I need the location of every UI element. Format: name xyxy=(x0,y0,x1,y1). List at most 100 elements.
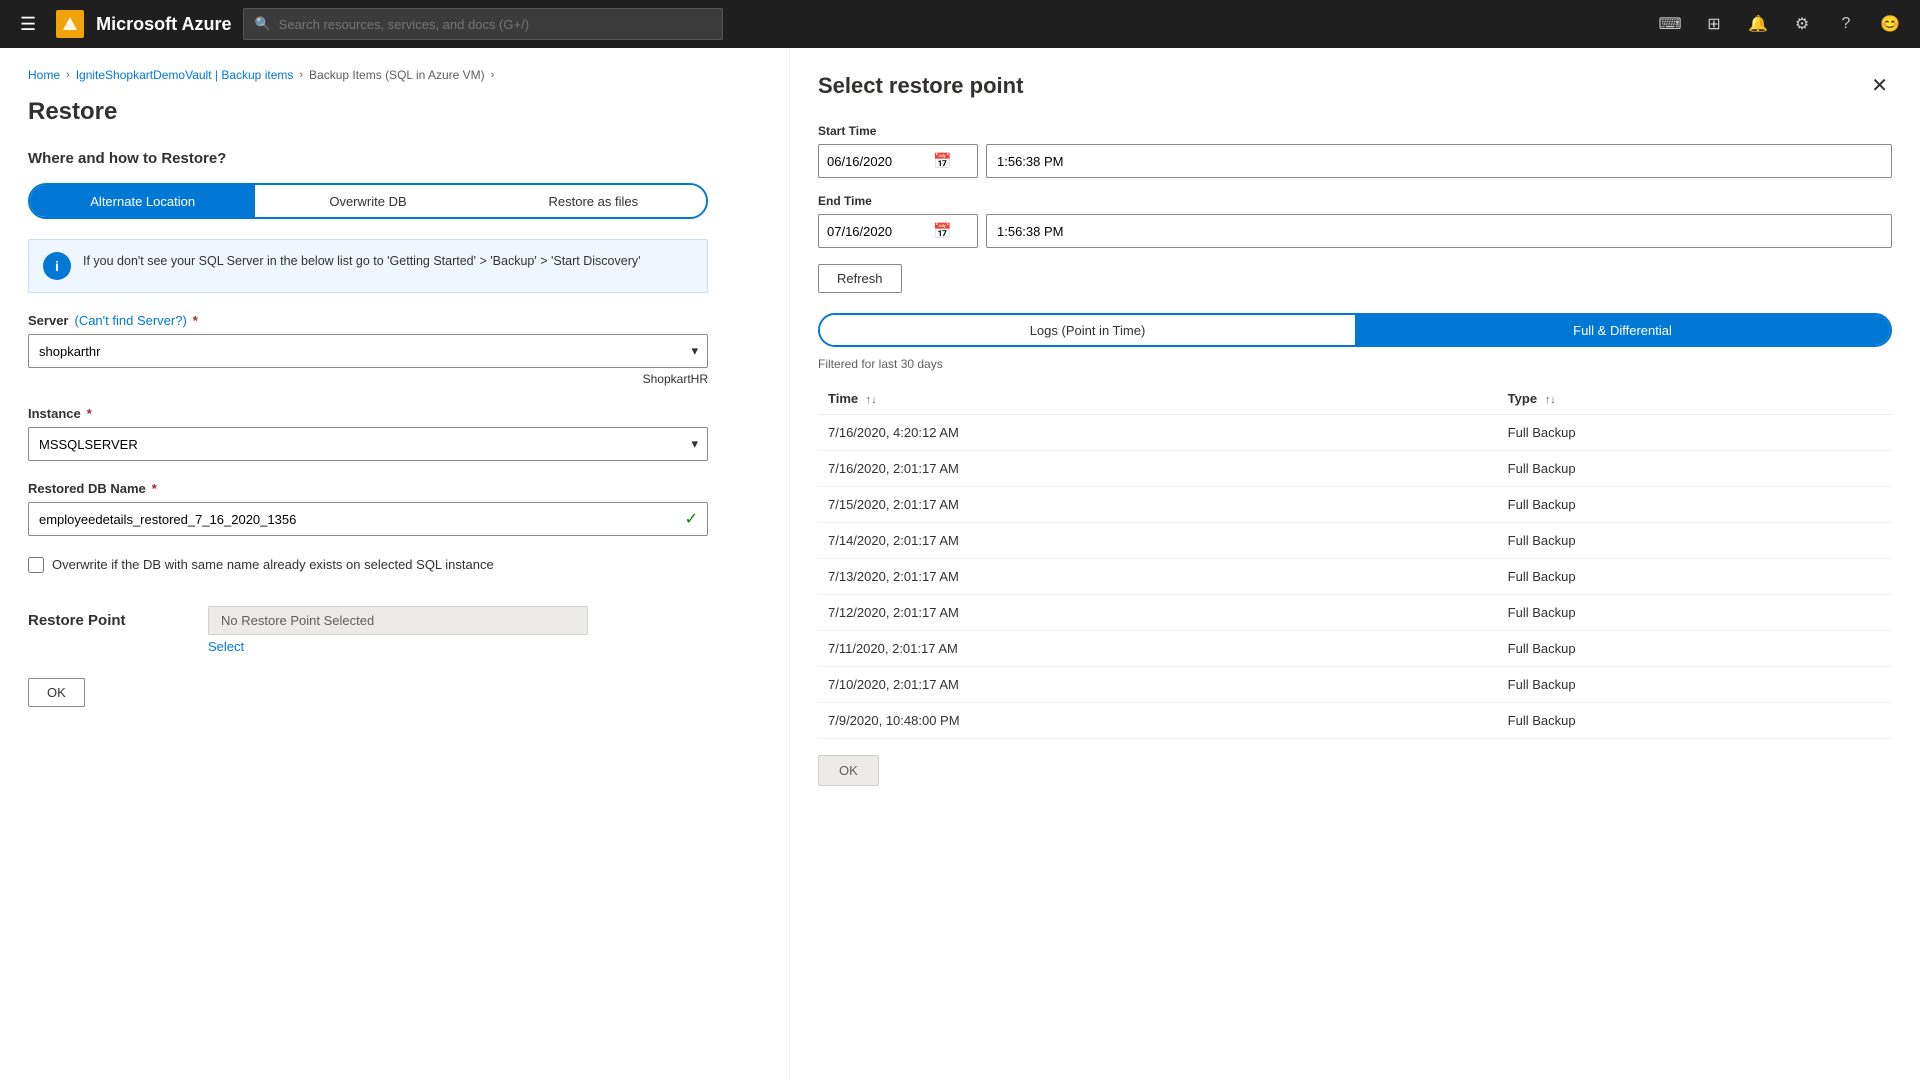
restore-point-section: Restore Point No Restore Point Selected … xyxy=(28,606,761,654)
db-name-input-wrapper: ✓ xyxy=(28,502,708,536)
type-sort-icon[interactable]: ↑↓ xyxy=(1545,394,1556,406)
table-cell-type: Full Backup xyxy=(1498,559,1892,595)
toggle-restore-files[interactable]: Restore as files xyxy=(481,185,706,217)
page-title: Restore xyxy=(28,98,761,126)
toggle-overwrite-db[interactable]: Overwrite DB xyxy=(255,185,480,217)
db-name-required-star: * xyxy=(152,481,157,496)
backup-type-toggle: Logs (Point in Time) Full & Differential xyxy=(818,313,1892,347)
hamburger-icon[interactable]: ☰ xyxy=(12,6,44,43)
account-icon[interactable]: 😊 xyxy=(1872,6,1908,42)
help-icon[interactable]: ? xyxy=(1828,6,1864,42)
table-cell-time: 7/11/2020, 2:01:17 AM xyxy=(818,631,1498,667)
end-time-label: End Time xyxy=(818,194,1892,208)
end-date-calendar-icon[interactable]: 📅 xyxy=(933,222,952,240)
breadcrumb-current: Backup Items (SQL in Azure VM) xyxy=(309,68,485,82)
server-help-link[interactable]: (Can't find Server?) xyxy=(74,313,186,328)
restore-ok-button[interactable]: OK xyxy=(28,678,85,707)
start-date-field[interactable]: 📅 xyxy=(818,144,978,178)
overwrite-checkbox[interactable] xyxy=(28,557,44,573)
table-header-time[interactable]: Time ↑↓ xyxy=(818,383,1498,415)
db-name-label: Restored DB Name * xyxy=(28,481,761,496)
nav-right-icons: ⌨ ⊞ 🔔 ⚙ ? 😊 xyxy=(1652,6,1908,42)
table-row[interactable]: 7/16/2020, 2:01:17 AM Full Backup xyxy=(818,451,1892,487)
table-cell-time: 7/9/2020, 10:48:00 PM xyxy=(818,703,1498,739)
breadcrumb: Home › IgniteShopkartDemoVault | Backup … xyxy=(28,68,761,82)
server-required-star: * xyxy=(193,313,198,328)
start-date-input[interactable] xyxy=(827,154,927,169)
table-cell-type: Full Backup xyxy=(1498,415,1892,451)
table-cell-time: 7/16/2020, 4:20:12 AM xyxy=(818,415,1498,451)
table-cell-time: 7/16/2020, 2:01:17 AM xyxy=(818,451,1498,487)
info-box: i If you don't see your SQL Server in th… xyxy=(28,239,708,293)
restore-point-label: Restore Point xyxy=(28,612,188,629)
main-container: Home › IgniteShopkartDemoVault | Backup … xyxy=(0,48,1920,1080)
start-time-inputs: 📅 xyxy=(818,144,1892,178)
restore-points-table: Time ↑↓ Type ↑↓ 7/16/2020, 4:20:12 AM Fu… xyxy=(818,383,1892,739)
panel-ok-button[interactable]: OK xyxy=(818,755,879,786)
table-cell-type: Full Backup xyxy=(1498,451,1892,487)
toggle-alternate-location[interactable]: Alternate Location xyxy=(30,185,255,217)
start-time-input[interactable] xyxy=(986,144,1892,178)
breadcrumb-sep-2: › xyxy=(299,69,303,81)
table-cell-type: Full Backup xyxy=(1498,487,1892,523)
table-row[interactable]: 7/12/2020, 2:01:17 AM Full Backup xyxy=(818,595,1892,631)
breadcrumb-home[interactable]: Home xyxy=(28,68,60,82)
table-cell-time: 7/10/2020, 2:01:17 AM xyxy=(818,667,1498,703)
search-input[interactable] xyxy=(279,17,713,32)
panel-header: Select restore point ✕ xyxy=(818,72,1892,100)
instance-section: Instance * MSSQLSERVER ▾ xyxy=(28,406,761,461)
table-row[interactable]: 7/15/2020, 2:01:17 AM Full Backup xyxy=(818,487,1892,523)
directory-icon[interactable]: ⊞ xyxy=(1696,6,1732,42)
table-row[interactable]: 7/10/2020, 2:01:17 AM Full Backup xyxy=(818,667,1892,703)
table-cell-time: 7/15/2020, 2:01:17 AM xyxy=(818,487,1498,523)
section-title: Where and how to Restore? xyxy=(28,150,761,167)
db-name-input[interactable] xyxy=(28,502,708,536)
db-name-check-icon: ✓ xyxy=(685,509,698,529)
start-time-row: Start Time 📅 xyxy=(818,124,1892,178)
instance-label: Instance * xyxy=(28,406,761,421)
server-section: Server (Can't find Server?) * shopkarthr… xyxy=(28,313,761,386)
table-row[interactable]: 7/13/2020, 2:01:17 AM Full Backup xyxy=(818,559,1892,595)
table-cell-type: Full Backup xyxy=(1498,631,1892,667)
azure-logo-icon xyxy=(56,10,84,38)
overwrite-checkbox-row: Overwrite if the DB with same name alrea… xyxy=(28,556,708,574)
toggle-full-differential[interactable]: Full & Differential xyxy=(1355,315,1890,345)
table-cell-type: Full Backup xyxy=(1498,703,1892,739)
table-header-row: Time ↑↓ Type ↑↓ xyxy=(818,383,1892,415)
refresh-button[interactable]: Refresh xyxy=(818,264,902,293)
end-date-field[interactable]: 📅 xyxy=(818,214,978,248)
top-nav: ☰ Microsoft Azure 🔍 ⌨ ⊞ 🔔 ⚙ ? 😊 xyxy=(0,0,1920,48)
table-row[interactable]: 7/9/2020, 10:48:00 PM Full Backup xyxy=(818,703,1892,739)
close-panel-button[interactable]: ✕ xyxy=(1867,72,1892,100)
table-cell-time: 7/12/2020, 2:01:17 AM xyxy=(818,595,1498,631)
server-select[interactable]: shopkarthr xyxy=(28,334,708,368)
end-time-input[interactable] xyxy=(986,214,1892,248)
breadcrumb-vault[interactable]: IgniteShopkartDemoVault | Backup items xyxy=(76,68,294,82)
search-bar[interactable]: 🔍 xyxy=(243,8,723,40)
breadcrumb-sep-3: › xyxy=(491,69,495,81)
restore-point-row: Restore Point No Restore Point Selected xyxy=(28,606,761,635)
instance-select-wrapper: MSSQLSERVER ▾ xyxy=(28,427,708,461)
time-sort-icon[interactable]: ↑↓ xyxy=(866,394,877,406)
db-name-section: Restored DB Name * ✓ xyxy=(28,481,761,536)
server-label: Server (Can't find Server?) * xyxy=(28,313,761,328)
start-date-calendar-icon[interactable]: 📅 xyxy=(933,152,952,170)
server-select-wrapper: shopkarthr ▾ xyxy=(28,334,708,368)
filter-note: Filtered for last 30 days xyxy=(818,357,1892,371)
instance-required-star: * xyxy=(87,406,92,421)
settings-icon[interactable]: ⚙ xyxy=(1784,6,1820,42)
breadcrumb-sep-1: › xyxy=(66,69,70,81)
table-header-type[interactable]: Type ↑↓ xyxy=(1498,383,1892,415)
restore-panel: Home › IgniteShopkartDemoVault | Backup … xyxy=(0,48,790,1080)
table-row[interactable]: 7/16/2020, 4:20:12 AM Full Backup xyxy=(818,415,1892,451)
end-date-input[interactable] xyxy=(827,224,927,239)
toggle-logs[interactable]: Logs (Point in Time) xyxy=(820,315,1355,345)
notifications-icon[interactable]: 🔔 xyxy=(1740,6,1776,42)
cloud-shell-icon[interactable]: ⌨ xyxy=(1652,6,1688,42)
table-row[interactable]: 7/14/2020, 2:01:17 AM Full Backup xyxy=(818,523,1892,559)
instance-select[interactable]: MSSQLSERVER xyxy=(28,427,708,461)
table-row[interactable]: 7/11/2020, 2:01:17 AM Full Backup xyxy=(818,631,1892,667)
overwrite-checkbox-label: Overwrite if the DB with same name alrea… xyxy=(52,556,494,574)
select-restore-point-link[interactable]: Select xyxy=(208,639,244,654)
table-cell-type: Full Backup xyxy=(1498,523,1892,559)
